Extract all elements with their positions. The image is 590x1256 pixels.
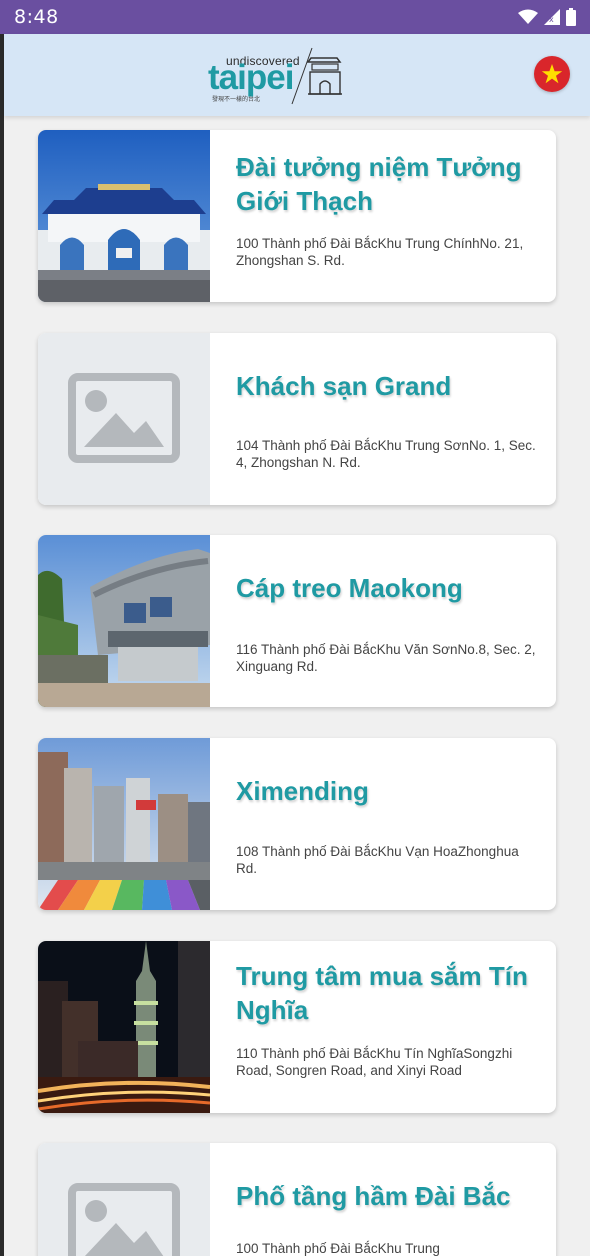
place-card[interactable]: Phố tầng hầm Đài Bắc 100 Thành phố Đài B… xyxy=(38,1143,556,1256)
place-title: Phố tầng hầm Đài Bắc xyxy=(236,1181,511,1211)
status-time: 8:48 xyxy=(14,6,59,28)
placeholder-image-icon xyxy=(38,1143,210,1256)
place-card[interactable]: Khách sạn Grand 104 Thành phố Đài BắcKhu… xyxy=(38,333,556,505)
place-address: 108 Thành phố Đài BắcKhu Vạn HoaZhonghua… xyxy=(236,844,519,876)
place-card[interactable]: Trung tâm mua sắm Tín Nghĩa 110 Thành ph… xyxy=(38,941,556,1113)
logo-tiny-text: 發現不一樣的台北 xyxy=(212,97,261,103)
battery-icon xyxy=(566,8,576,26)
place-card[interactable]: Cáp treo Maokong 116 Thành phố Đài BắcKh… xyxy=(38,535,556,707)
place-card[interactable]: Ximending 108 Thành phố Đài BắcKhu Vạn H… xyxy=(38,738,556,910)
place-address: 100 Thành phố Đài BắcKhu Trung xyxy=(236,1241,440,1256)
vietnam-flag-icon[interactable] xyxy=(534,56,570,92)
signal-icon: x xyxy=(544,9,560,25)
place-title: Khách sạn Grand xyxy=(236,371,452,401)
place-address: 100 Thành phố Đài BắcKhu Trung ChínhNo. … xyxy=(236,236,524,268)
app-header: undiscovered taipei 發現不一樣的台北 xyxy=(4,34,590,116)
memorial-photo xyxy=(38,130,210,302)
taipei101-night-photo xyxy=(38,941,210,1113)
city-gate-icon xyxy=(291,47,342,105)
place-address: 110 Thành phố Đài BắcKhu Tín NghĩaSongzh… xyxy=(236,1046,513,1078)
place-title: Ximending xyxy=(236,776,369,806)
undiscovered-taipei-logo[interactable]: undiscovered taipei 發現不一樣的台北 xyxy=(204,42,344,108)
place-address: 116 Thành phố Đài BắcKhu Văn SơnNo.8, Se… xyxy=(236,642,536,674)
status-bar: 8:48 x xyxy=(0,0,590,34)
place-title: Đài tưởng niệm Tưởng Giới Thạch xyxy=(236,152,522,216)
svg-text:x: x xyxy=(549,15,554,24)
place-title: Cáp treo Maokong xyxy=(236,573,463,603)
place-card[interactable]: Đài tưởng niệm Tưởng Giới Thạch 100 Thàn… xyxy=(38,130,556,302)
wifi-icon xyxy=(518,9,538,24)
place-address: 104 Thành phố Đài BắcKhu Trung SơnNo. 1,… xyxy=(236,438,536,470)
logo-big-text: taipei xyxy=(208,58,294,97)
status-icons: x xyxy=(518,8,576,26)
place-title: Trung tâm mua sắm Tín Nghĩa xyxy=(236,961,528,1025)
screen-edge xyxy=(0,34,4,1256)
placeholder-image-icon xyxy=(38,333,210,505)
ximending-street-photo xyxy=(38,738,210,910)
gondola-station-photo xyxy=(38,535,210,707)
